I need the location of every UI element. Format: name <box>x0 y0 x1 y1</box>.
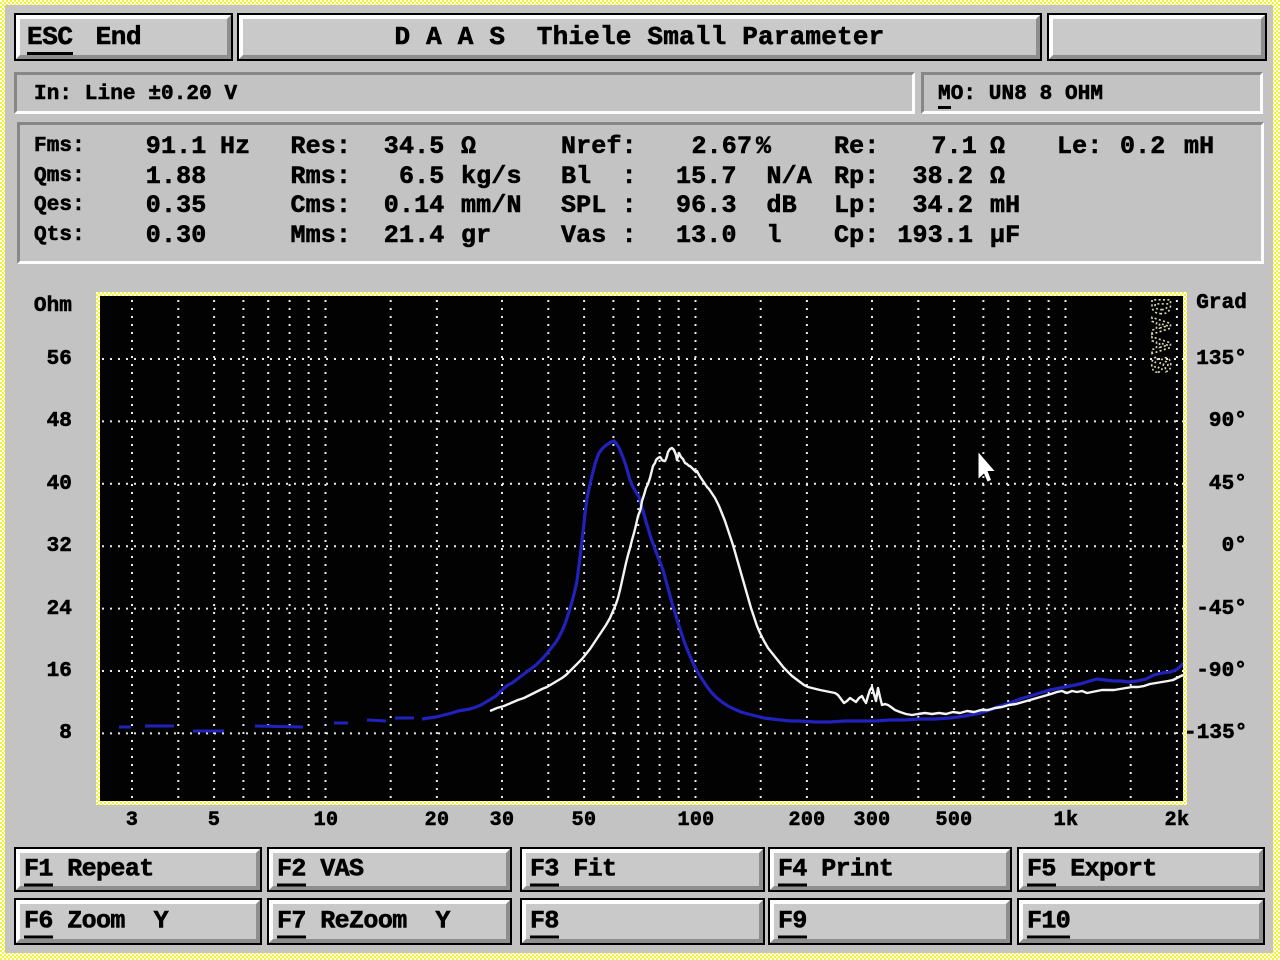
svg-text:DAAS: DAAS <box>1143 298 1174 376</box>
